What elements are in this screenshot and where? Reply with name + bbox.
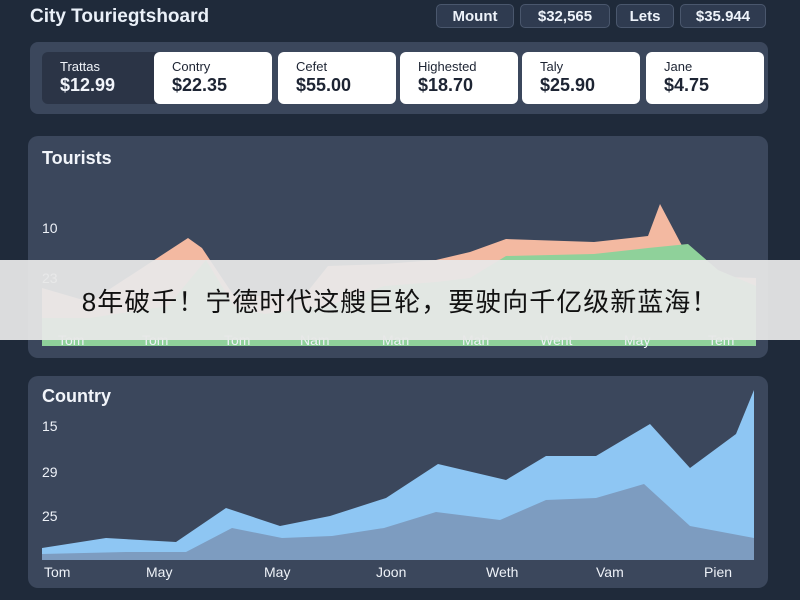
kpi-value: $22.35	[172, 75, 228, 95]
kpi-label: Trattas	[60, 59, 100, 74]
chart-title: Tourists	[42, 148, 112, 168]
kpi-value: $4.75	[664, 75, 710, 95]
kpi-value: $18.70	[418, 75, 474, 95]
x-tick: Tom	[44, 564, 71, 580]
x-tick: Weth	[486, 564, 519, 580]
kpi-panel: Trattas $12.99 Contry $22.35 Cefet $55.0…	[30, 42, 768, 114]
kpi-card-3[interactable]: Cefet $55.00	[278, 52, 396, 104]
x-tick: Joon	[376, 564, 407, 580]
kpi-label: Cefet	[296, 59, 328, 74]
country-chart-card: Country 15 29 25 Tom May May Joon Weth V…	[28, 376, 768, 588]
kpi-card-2[interactable]: Contry $22.35	[154, 52, 272, 104]
chart-title: Country	[42, 386, 111, 406]
y-tick: 25	[42, 508, 58, 524]
kpi-label: Highested	[418, 59, 477, 74]
kpi-card-5[interactable]: Taly $25.90	[522, 52, 640, 104]
x-tick: Pien	[704, 564, 733, 580]
overlay-banner: 8年破千！宁德时代这艘巨轮，要驶向千亿级新蓝海！	[0, 260, 800, 340]
month-chip[interactable]: Mount	[436, 4, 514, 28]
country-chart-svg	[42, 390, 754, 560]
y-tick: 29	[42, 464, 58, 480]
kpi-value: $25.90	[540, 75, 596, 95]
kpi-card-1[interactable]: Trattas $12.99	[42, 52, 160, 104]
app-title: City Touriegtshoard	[30, 6, 210, 27]
kpi-label: Contry	[172, 59, 211, 74]
y-tick: 15	[42, 418, 58, 434]
kpi-label: Jane	[664, 59, 693, 74]
lets-chip[interactable]: Lets	[616, 4, 674, 28]
kpi-value: $12.99	[60, 75, 116, 95]
y-tick: 10	[42, 220, 58, 236]
top-value-chip-2[interactable]: $35.944	[680, 4, 766, 28]
top-value-chip-1[interactable]: $32,565	[520, 4, 610, 28]
kpi-value: $55.00	[296, 75, 352, 95]
kpi-label: Taly	[540, 59, 564, 74]
kpi-card-6[interactable]: Jane $4.75	[646, 52, 764, 104]
x-tick: May	[264, 564, 291, 580]
kpi-card-4[interactable]: Highested $18.70	[400, 52, 518, 104]
x-tick: May	[146, 564, 173, 580]
x-tick: Vam	[596, 564, 624, 580]
